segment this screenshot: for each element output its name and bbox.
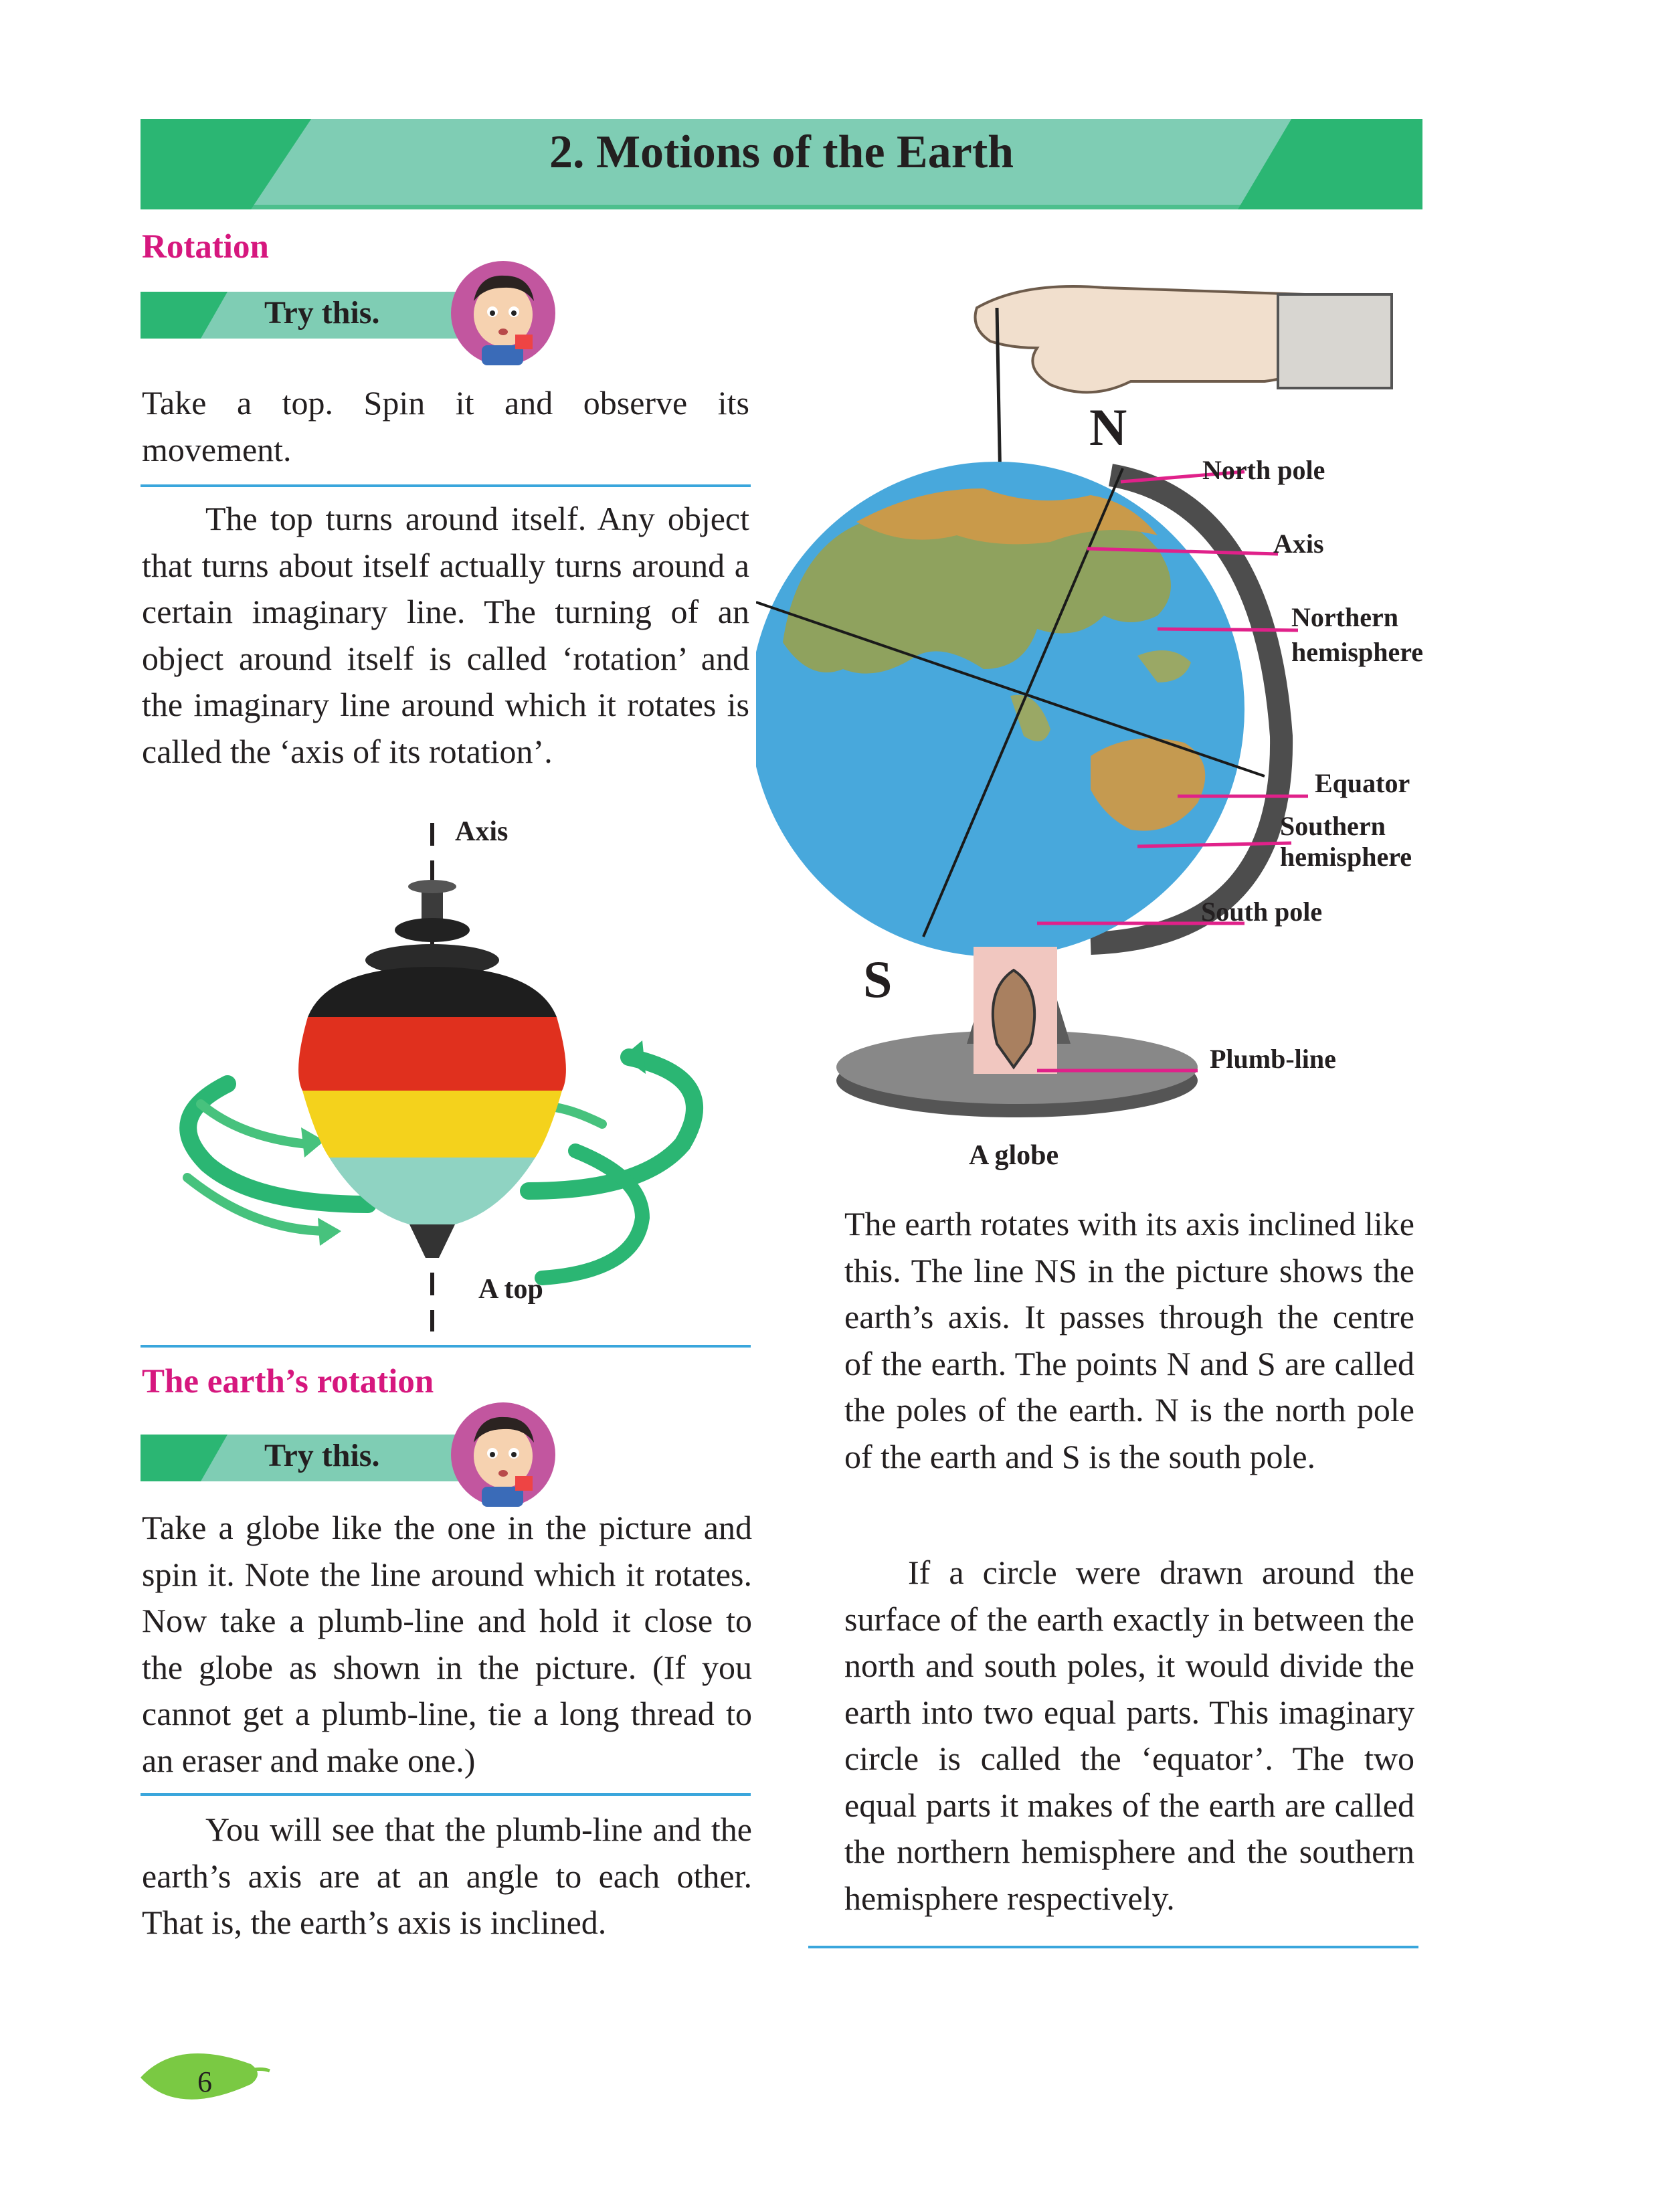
axis-label-top: Axis: [455, 816, 509, 847]
section-heading-earths-rotation: The earth’s rotation: [142, 1363, 434, 1400]
globe-caption: A globe: [969, 1140, 1059, 1171]
label-northern-hemisphere-line1: Northern: [1291, 602, 1398, 632]
label-southern-hemisphere-line1: Southern: [1280, 811, 1386, 841]
boy-avatar: [451, 1402, 555, 1507]
label-north-pole: North pole: [1202, 455, 1325, 485]
label-axis: Axis: [1273, 529, 1324, 559]
try-this-label: Try this.: [264, 295, 380, 331]
divider-rule: [141, 1793, 751, 1796]
label-southern-hemisphere-line2: hemisphere: [1280, 842, 1412, 872]
spinning-top-illustration: [179, 823, 703, 1331]
label-northern-hemisphere-line2: hemisphere: [1291, 637, 1424, 667]
letter-s: S: [863, 950, 893, 1008]
paragraph-axis: The earth rotates with its axis inclined…: [844, 1205, 1414, 1475]
paragraph-equator-text: If a circle were drawn around the surfac…: [844, 1554, 1414, 1917]
letter-n: N: [1089, 398, 1127, 456]
label-plumb-line: Plumb-line: [1210, 1044, 1336, 1074]
top-caption: A top: [478, 1274, 543, 1305]
label-equator: Equator: [1315, 768, 1410, 798]
paragraph-equator: If a circle were drawn around the surfac…: [844, 1550, 1414, 1922]
divider-rule: [141, 1345, 751, 1348]
chapter-title: 2. Motions of the Earth: [549, 126, 1014, 178]
paragraph-plumb-line: You will see that the plumb-line and the…: [142, 1807, 752, 1946]
label-south-pole: South pole: [1201, 897, 1323, 927]
try-this-label: Try this.: [264, 1438, 380, 1473]
page-number: 6: [197, 2065, 212, 2098]
activity-text-1: Take a top. Spin it and observe its move…: [142, 384, 749, 468]
divider-rule: [141, 484, 751, 487]
activity-text-2: Take a globe like the one in the picture…: [142, 1509, 752, 1779]
divider-rule: [808, 1946, 1418, 1948]
section-heading-rotation: Rotation: [142, 228, 269, 266]
boy-avatar: [451, 261, 555, 365]
paragraph-rotation: The top turns around itself. Any object …: [142, 496, 749, 775]
paragraph-rotation-text: The top turns around itself. Any object …: [142, 500, 749, 770]
paragraph-plumb-line-text: You will see that the plumb-line and the…: [142, 1811, 752, 1941]
